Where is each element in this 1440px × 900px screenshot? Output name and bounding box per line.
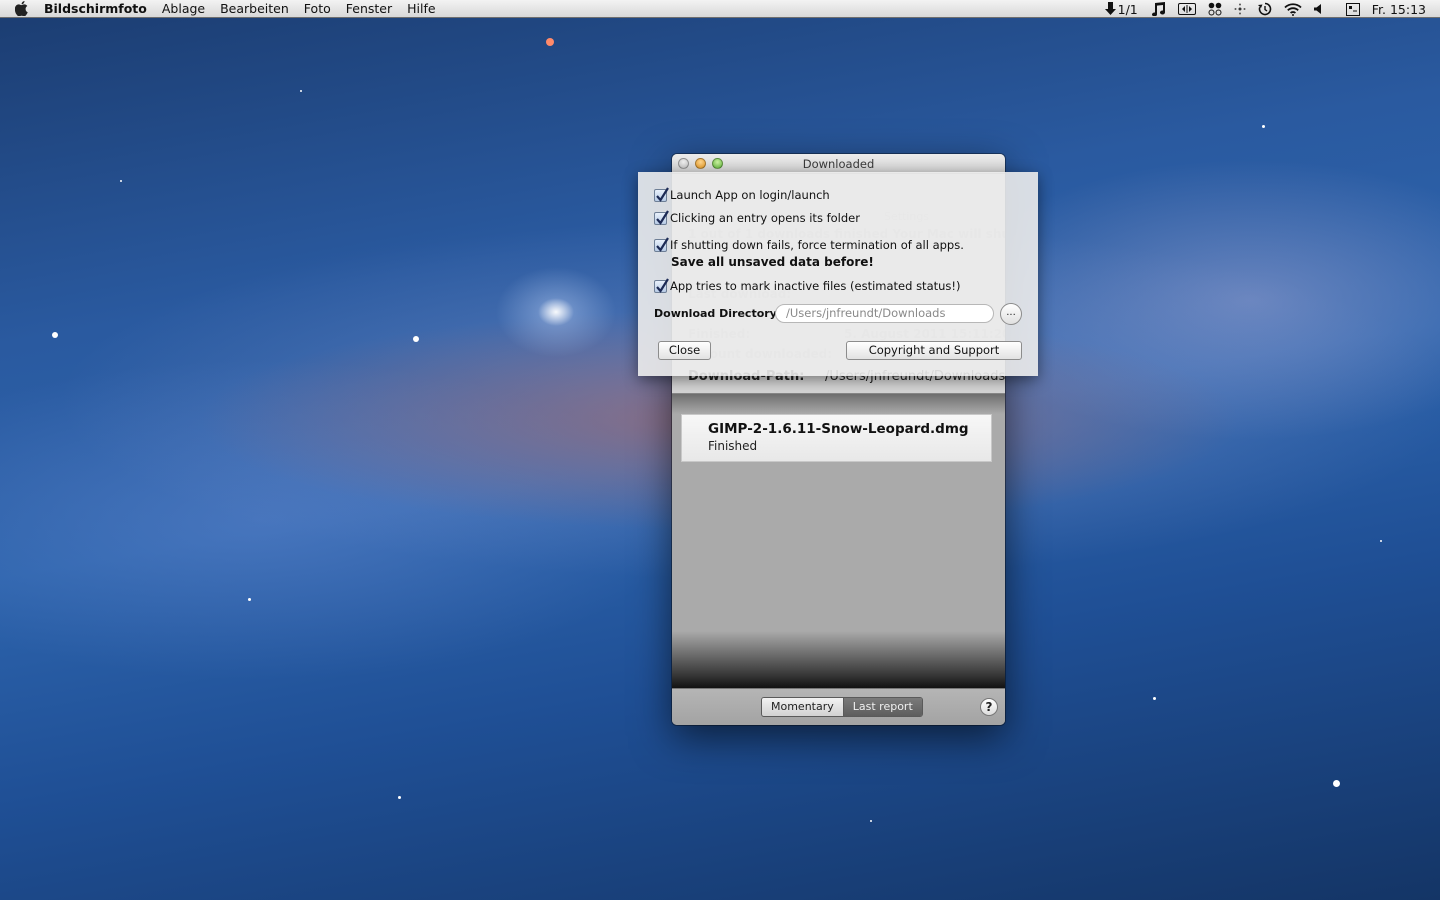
bluetooth-dots-icon[interactable]: [1234, 3, 1246, 15]
star: [546, 38, 554, 46]
menu-hilfe[interactable]: Hilfe: [407, 1, 435, 16]
download-directory-field[interactable]: /Users/jnfreundt/Downloads: [775, 304, 994, 323]
unsaved-data-warning: Save all unsaved data before!: [671, 255, 874, 269]
help-button[interactable]: ?: [980, 698, 998, 716]
download-arrow-icon: [1104, 2, 1116, 15]
mark-inactive-checkbox[interactable]: [654, 277, 669, 293]
checkmark-icon: [656, 186, 669, 202]
music-note-icon[interactable]: [1150, 2, 1166, 16]
download-filename: GIMP-2-1.6.11-Snow-Leopard.dmg: [708, 421, 969, 437]
menu-bar: Bildschirmfoto Ablage Bearbeiten Foto Fe…: [0, 0, 1440, 18]
launch-on-login-checkbox[interactable]: [654, 186, 669, 202]
browse-directory-button[interactable]: ...: [1000, 303, 1022, 325]
option-open-folder[interactable]: Clicking an entry opens its folder: [654, 209, 860, 225]
star: [1262, 125, 1265, 128]
checkmark-icon: [656, 277, 669, 293]
wifi-icon[interactable]: [1284, 2, 1302, 16]
window-title: Downloaded: [802, 156, 875, 171]
divider-shadow: [672, 394, 1005, 414]
mark-inactive-label: App tries to mark inactive files (estima…: [670, 279, 961, 293]
apple-menu-icon[interactable]: [15, 1, 33, 16]
volume-icon[interactable]: [1313, 4, 1324, 14]
download-list-item[interactable]: GIMP-2-1.6.11-Snow-Leopard.dmg Finished: [681, 414, 992, 462]
force-termination-label: If shutting down fails, force terminatio…: [670, 238, 964, 252]
settings-sheet: Launch App on login/launch Clicking an e…: [638, 172, 1038, 376]
open-folder-checkbox[interactable]: [654, 209, 669, 225]
copyright-support-button[interactable]: Copyright and Support: [846, 341, 1022, 360]
star: [1153, 697, 1156, 700]
input-menu-icon[interactable]: [1345, 2, 1360, 16]
segment-last-report[interactable]: Last report: [843, 698, 922, 716]
download-status: Finished: [708, 439, 758, 453]
option-mark-inactive[interactable]: App tries to mark inactive files (estima…: [654, 277, 961, 293]
menu-foto[interactable]: Foto: [304, 1, 331, 16]
menubar-clock[interactable]: Fr. 15:13: [1372, 2, 1426, 17]
menu-fenster[interactable]: Fenster: [346, 1, 392, 16]
menu-app-name[interactable]: Bildschirmfoto: [44, 1, 147, 16]
checkmark-icon: [656, 236, 669, 252]
open-folder-label: Clicking an entry opens its folder: [670, 211, 860, 225]
star: [248, 598, 251, 601]
star: [52, 332, 58, 338]
option-force-termination[interactable]: If shutting down fails, force terminatio…: [654, 236, 964, 252]
window-titlebar[interactable]: Downloaded: [672, 154, 1005, 174]
spaces-grid-icon[interactable]: [1208, 2, 1222, 16]
star: [870, 820, 872, 822]
option-launch-on-login[interactable]: Launch App on login/launch: [654, 186, 830, 202]
download-directory-label: Download Directory:: [654, 307, 782, 320]
menu-bearbeiten[interactable]: Bearbeiten: [220, 1, 289, 16]
star: [120, 180, 122, 182]
checkmark-icon: [656, 209, 669, 225]
download-list-area: [672, 460, 1005, 688]
download-status-item[interactable]: 1/1: [1104, 1, 1138, 17]
report-mode-segmented-control: Momentary Last report: [761, 697, 923, 717]
star: [398, 796, 401, 799]
menu-ablage[interactable]: Ablage: [162, 1, 205, 16]
force-termination-checkbox[interactable]: [654, 236, 669, 252]
star: [413, 336, 419, 342]
download-count: 1/1: [1117, 1, 1138, 17]
time-machine-icon[interactable]: [1257, 2, 1272, 16]
close-button[interactable]: Close: [658, 341, 711, 360]
segment-momentary[interactable]: Momentary: [762, 698, 844, 716]
window-bottom-bar: Momentary Last report ?: [672, 688, 1005, 725]
star: [1333, 780, 1340, 787]
star: [300, 90, 302, 92]
star: [1380, 540, 1382, 542]
audio-video-icon[interactable]: [1177, 3, 1196, 15]
launch-on-login-label: Launch App on login/launch: [670, 188, 830, 202]
